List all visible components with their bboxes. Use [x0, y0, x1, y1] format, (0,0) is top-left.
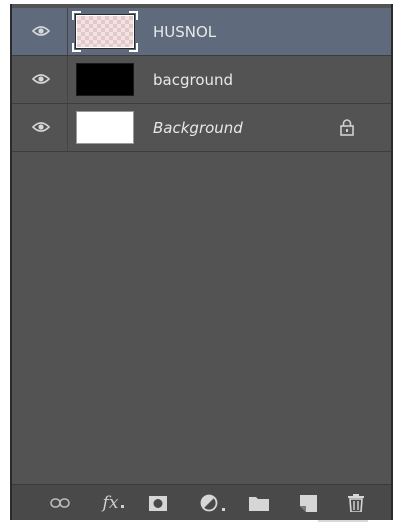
- layer-row-background[interactable]: Background: [12, 104, 391, 152]
- new-layer-icon: [299, 494, 317, 512]
- layer-thumbnail-black[interactable]: [76, 63, 134, 96]
- layer-name[interactable]: HUSNOL: [153, 23, 216, 41]
- layer-thumbnail-transparent[interactable]: [72, 11, 138, 52]
- new-group-button[interactable]: [248, 493, 270, 513]
- layer-row-husnol[interactable]: HUSNOL: [12, 8, 391, 56]
- new-layer-button[interactable]: [298, 493, 318, 513]
- delete-layer-button[interactable]: [346, 493, 366, 513]
- layers-list: HUSNOL bacground Background: [12, 8, 391, 152]
- layer-style-button[interactable]: fx: [98, 493, 132, 513]
- visibility-toggle[interactable]: [12, 8, 68, 55]
- delete-layer-trash-icon: [348, 494, 364, 512]
- visibility-toggle[interactable]: [12, 56, 68, 103]
- adjustment-layer-icon: [200, 494, 225, 512]
- scroll-edge-marker: [318, 520, 368, 522]
- layer-name[interactable]: Background: [153, 119, 243, 137]
- lock-icon[interactable]: [340, 119, 354, 136]
- adjustment-layer-button[interactable]: [198, 493, 228, 513]
- visibility-toggle[interactable]: [12, 104, 68, 151]
- link-layers-icon: [50, 498, 70, 508]
- layer-thumbnail-white[interactable]: [76, 111, 134, 144]
- layers-toolbar: fx: [12, 484, 391, 520]
- layers-panel: HUSNOL bacground Background fx: [10, 4, 393, 520]
- link-layers-button[interactable]: [50, 493, 70, 513]
- add-mask-button[interactable]: [148, 493, 168, 513]
- eye-icon: [32, 26, 50, 36]
- eye-icon: [32, 122, 50, 132]
- layer-row-bacground[interactable]: bacground: [12, 56, 391, 104]
- new-group-folder-icon: [249, 497, 269, 511]
- eye-icon: [32, 74, 50, 84]
- layer-name[interactable]: bacground: [153, 71, 233, 89]
- dropdown-dot-icon: [121, 505, 125, 508]
- layer-style-fx-icon: fx: [102, 493, 119, 513]
- add-mask-icon: [149, 495, 167, 511]
